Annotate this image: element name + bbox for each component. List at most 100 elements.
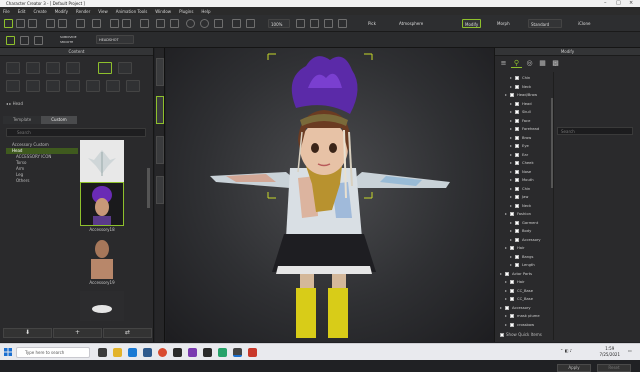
save-icon[interactable] — [28, 19, 37, 28]
modify-tree-row[interactable]: ▸ Mouth — [500, 176, 550, 185]
category-morph-button[interactable] — [26, 62, 40, 74]
modify-tree-row[interactable]: ▸ Neck — [500, 202, 550, 211]
visibility-checkbox[interactable] — [515, 110, 519, 114]
export-icon[interactable] — [58, 19, 67, 28]
expand-arrow-icon[interactable]: ▸ — [510, 193, 512, 201]
visibility-checkbox[interactable] — [515, 195, 519, 199]
pointer-icon[interactable] — [110, 19, 119, 28]
visibility-checkbox[interactable] — [515, 127, 519, 131]
visibility-checkbox[interactable] — [515, 178, 519, 182]
expand-arrow-icon[interactable]: ▸ — [510, 202, 512, 210]
expand-arrow-icon[interactable]: ▸ — [505, 244, 507, 252]
content-thumbnail[interactable] — [80, 291, 124, 321]
modify-tree-row[interactable]: ▸ Face — [500, 117, 550, 126]
expand-arrow-icon[interactable]: ▸ — [505, 295, 507, 303]
expand-arrow-icon[interactable]: ▸ — [510, 236, 512, 244]
add-button[interactable]: + — [53, 328, 102, 338]
sliders-icon[interactable]: ≡ — [498, 58, 509, 68]
visibility-checkbox[interactable] — [515, 76, 519, 80]
app-icon-4[interactable] — [218, 348, 227, 357]
menu-plugins[interactable]: Plugins — [179, 9, 193, 14]
headshot-button[interactable]: HEADSHOT — [96, 35, 134, 44]
store-icon[interactable] — [143, 348, 152, 357]
subcategory-7-button[interactable] — [126, 80, 140, 92]
visibility-checkbox[interactable] — [510, 322, 514, 327]
menu-file[interactable]: File — [3, 9, 10, 14]
visibility-checkbox[interactable] — [515, 220, 519, 225]
expand-arrow-icon[interactable]: ▸ — [510, 134, 512, 142]
modify-tree-row[interactable]: ▸ Eye — [500, 142, 550, 151]
chrome-icon[interactable] — [158, 348, 167, 357]
menu-render[interactable]: Render — [76, 9, 90, 14]
expand-arrow-icon[interactable]: ▸ — [510, 83, 512, 91]
visibility-checkbox[interactable] — [515, 144, 519, 148]
pen-icon[interactable] — [20, 36, 29, 45]
modify-tree-row[interactable]: ▸ Hair — [500, 278, 550, 287]
atmosphere-button[interactable]: Atmosphere — [397, 19, 425, 28]
breadcrumb-head[interactable]: Head — [13, 101, 23, 106]
modify-tree-row[interactable]: ▸ Bangs — [500, 253, 550, 262]
minimize-icon[interactable]: – — [604, 0, 607, 7]
visibility-checkbox[interactable] — [515, 254, 519, 259]
modify-tree-row[interactable]: ▸ Hair — [500, 244, 550, 253]
expand-arrow-icon[interactable]: ▸ — [510, 253, 512, 261]
tree-scrollbar[interactable] — [551, 98, 553, 188]
expand-arrow-icon[interactable]: ▸ — [510, 142, 512, 150]
visibility-checkbox[interactable] — [515, 186, 519, 191]
visibility-checkbox[interactable] — [515, 169, 519, 174]
expand-arrow-icon[interactable]: ▸ — [510, 227, 512, 235]
expand-arrow-icon[interactable]: ▸ — [510, 108, 512, 116]
tab-content[interactable] — [156, 96, 164, 124]
category-motion-button[interactable] — [118, 62, 132, 74]
visibility-checkbox[interactable] — [515, 263, 519, 267]
modify-tree-row[interactable]: ▸ Head — [500, 100, 550, 109]
expand-arrow-icon[interactable]: ▸ — [510, 117, 512, 125]
content-thumbnail[interactable] — [80, 140, 124, 184]
modify-tree-row[interactable]: ▸ mask plume — [500, 312, 550, 321]
show-quick-items[interactable]: Show Quick Items — [500, 332, 542, 337]
modify-tree-row[interactable]: ▸ Head/Brow — [500, 91, 550, 100]
modify-tree-row[interactable]: ▸ Skull — [500, 108, 550, 117]
tray-icons[interactable]: ⌃ ◧ ♪ — [560, 348, 572, 353]
content-thumbnail[interactable] — [80, 182, 124, 226]
light-icon[interactable] — [324, 19, 333, 28]
brush-icon[interactable] — [6, 36, 15, 45]
menu-create[interactable]: Create — [33, 9, 46, 14]
visibility-checkbox[interactable] — [510, 212, 514, 216]
task-view-icon[interactable] — [98, 348, 107, 357]
menu-modify[interactable]: Modify — [55, 9, 68, 14]
modify-tree-row[interactable]: ▸ Nose — [500, 168, 550, 177]
hand-icon[interactable] — [122, 19, 131, 28]
visibility-checkbox[interactable] — [510, 314, 514, 318]
modify-tree-row[interactable]: ▸ Brow — [500, 134, 550, 143]
expand-arrow-icon[interactable]: ▸ — [510, 100, 512, 108]
expand-arrow-icon[interactable]: ▸ — [510, 219, 512, 227]
subcategory-3-button[interactable] — [46, 80, 60, 92]
subcategory-4-button[interactable] — [66, 80, 80, 92]
expand-arrow-icon[interactable]: ▸ — [510, 125, 512, 133]
subdivide-button[interactable]: SUBDIVIDE SMOOTH — [58, 35, 80, 44]
visibility-checkbox[interactable] — [515, 152, 519, 157]
app-icon-5[interactable] — [248, 348, 257, 357]
expand-arrow-icon[interactable]: ▸ — [510, 74, 512, 82]
apply-button[interactable]: Apply — [557, 364, 591, 372]
new-project-icon[interactable] — [4, 19, 13, 28]
tab-visual[interactable] — [156, 136, 164, 164]
visibility-checkbox[interactable] — [515, 101, 519, 106]
rotate-icon[interactable] — [200, 19, 209, 28]
pick-button[interactable]: Pick — [366, 19, 378, 28]
app-icon-3[interactable] — [203, 348, 212, 357]
app-icon-1[interactable] — [173, 348, 182, 357]
modify-tree-row[interactable]: ▸ Garment — [500, 219, 550, 228]
select-icon[interactable] — [156, 19, 165, 28]
settings-icon[interactable] — [92, 19, 101, 28]
category-skin-button[interactable] — [46, 62, 60, 74]
menu-help[interactable]: Help — [201, 9, 210, 14]
camera-icon[interactable] — [140, 19, 149, 28]
visibility-checkbox[interactable] — [510, 288, 514, 293]
expand-arrow-icon[interactable]: ▸ — [510, 151, 512, 159]
move-icon[interactable] — [186, 19, 195, 28]
category-hair-button[interactable] — [66, 62, 80, 74]
lasso-icon[interactable] — [170, 19, 179, 28]
modify-tree-row[interactable]: ▸ crossbow — [500, 321, 550, 330]
